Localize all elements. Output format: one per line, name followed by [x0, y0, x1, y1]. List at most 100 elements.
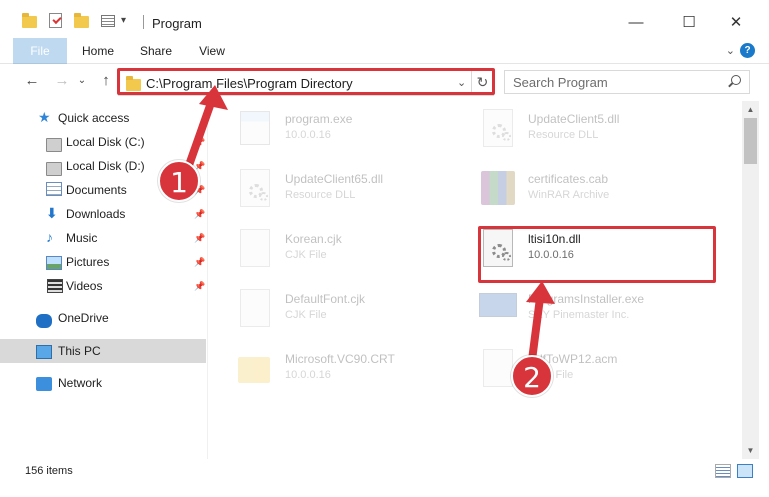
maximize-button[interactable]: ☐: [666, 10, 712, 36]
pin-icon[interactable]: 📌: [194, 209, 205, 220]
scroll-down-icon[interactable]: ▼: [742, 442, 759, 459]
file-highlight-box: [478, 226, 716, 283]
file-description: Resource DLL: [285, 189, 356, 201]
file-item-korean-cjk[interactable]: Korean.cjk CJK File: [236, 227, 476, 283]
file-name: program.exe: [285, 112, 353, 126]
folder-icon[interactable]: [22, 13, 37, 28]
search-input[interactable]: [513, 74, 723, 91]
documents-icon: [46, 182, 62, 196]
file-item-programsinstaller[interactable]: ProgramsInstaller.exe SEY Pinemaster Inc…: [479, 287, 719, 343]
callout-number-1: 1: [158, 160, 200, 202]
sidebar-item-this-pc[interactable]: This PC: [0, 339, 206, 363]
sidebar-item-local-disk-c[interactable]: Local Disk (C:) 📌: [0, 130, 206, 154]
file-item-program-exe[interactable]: program.exe 10.0.0.16: [236, 107, 476, 163]
file-name: ProgramsInstaller.exe: [528, 292, 645, 306]
close-button[interactable]: ✕: [713, 10, 759, 36]
title-separator: [143, 15, 144, 29]
status-bar: 156 items: [0, 459, 769, 497]
scroll-up-icon[interactable]: ▲: [742, 101, 759, 118]
quick-access-toolbar: ▾: [22, 13, 126, 28]
tab-share[interactable]: Share: [134, 38, 178, 64]
sidebar-item-downloads[interactable]: ⬇ Downloads 📌: [0, 202, 206, 226]
this-pc-icon: [36, 345, 52, 359]
sidebar-item-label: Local Disk (C:): [66, 135, 145, 149]
music-icon: ♪: [46, 229, 53, 245]
sidebar-item-onedrive[interactable]: OneDrive: [0, 306, 206, 330]
file-description: CJK File: [285, 309, 327, 321]
sidebar-item-label: This PC: [58, 344, 101, 358]
tab-home[interactable]: Home: [76, 38, 120, 64]
item-count: 156 items: [25, 465, 73, 477]
file-item-updateclient65[interactable]: UpdateClient65.dll Resource DLL: [236, 167, 476, 223]
sidebar-item-quick-access[interactable]: ★ Quick access: [0, 106, 206, 130]
generic-file-icon: [236, 287, 274, 333]
file-name: Microsoft.VC90.CRT: [285, 352, 395, 366]
file-description: WinRAR Archive: [528, 189, 610, 201]
ribbon-tabs: File Home Share View ⌄ ?: [0, 38, 769, 94]
pin-icon[interactable]: 📌: [194, 137, 205, 148]
file-description: Resource DLL: [528, 129, 599, 141]
window-title: Program: [152, 16, 202, 31]
title-bar: ▾ Program — ☐ ✕: [0, 0, 769, 38]
toolbar-dropdown-icon[interactable]: ▾: [121, 15, 126, 26]
sidebar-item-videos[interactable]: Videos 📌: [0, 274, 206, 298]
address-highlight-box: [117, 68, 495, 95]
file-description: 10.0.0.16: [285, 369, 331, 381]
properties-check-icon[interactable]: [49, 13, 62, 28]
sidebar-item-label: Documents: [66, 183, 127, 197]
disk-icon: [46, 138, 62, 152]
help-icon[interactable]: ?: [740, 43, 755, 58]
large-icons-view-icon[interactable]: [737, 464, 753, 478]
videos-icon: [47, 279, 63, 293]
tab-view[interactable]: View: [190, 38, 234, 64]
back-button[interactable]: ←: [22, 72, 42, 89]
search-box[interactable]: [504, 70, 750, 94]
star-icon: ★: [38, 109, 51, 125]
pin-icon[interactable]: 📌: [194, 233, 205, 244]
sidebar-item-music[interactable]: ♪ Music 📌: [0, 226, 206, 250]
sidebar-item-label: Downloads: [66, 207, 126, 221]
vertical-scrollbar[interactable]: ▲ ▼: [742, 101, 759, 459]
scroll-thumb[interactable]: [744, 118, 757, 164]
file-item-microsoft-vc90-crt[interactable]: Microsoft.VC90.CRT 10.0.0.16: [236, 347, 476, 403]
archive-file-icon: [479, 167, 517, 213]
search-icon[interactable]: [731, 75, 741, 85]
forward-button[interactable]: →: [52, 72, 72, 89]
file-name: DefaultFont.cjk: [285, 292, 366, 306]
new-folder-icon[interactable]: [74, 13, 89, 28]
file-description: SEY Pinemaster Inc.: [528, 309, 630, 321]
details-view-icon[interactable]: [715, 464, 731, 478]
sidebar-item-label: Music: [66, 231, 98, 245]
exe-file-icon: [236, 107, 274, 153]
network-icon: [36, 377, 52, 391]
expand-ribbon-icon[interactable]: ⌄: [726, 44, 735, 57]
file-item-updateclient5[interactable]: UpdateClient5.dll Resource DLL: [479, 107, 719, 163]
file-name: UpdateClient65.dll: [285, 172, 384, 186]
navigation-pane: ★ Quick access Local Disk (C:) 📌 Local D…: [0, 101, 207, 459]
sidebar-item-network[interactable]: Network: [0, 371, 206, 395]
sidebar-item-label: Quick access: [58, 111, 130, 125]
sidebar-item-pictures[interactable]: Pictures 📌: [0, 250, 206, 274]
installer-file-icon: [479, 287, 517, 333]
file-description: 10.0.0.16: [285, 129, 331, 141]
file-name: certificates.cab: [528, 172, 609, 186]
callout-number-2: 2: [511, 355, 553, 397]
generic-file-icon: [236, 227, 274, 273]
onedrive-icon: [36, 314, 52, 328]
sidebar-item-label: Pictures: [66, 255, 110, 269]
pin-icon[interactable]: 📌: [194, 257, 205, 268]
dll-file-icon: [236, 167, 274, 213]
file-item-defaultfont-cjk[interactable]: DefaultFont.cjk CJK File: [236, 287, 476, 343]
file-description: CJK File: [285, 249, 327, 261]
recent-locations-dropdown[interactable]: ⌄: [72, 75, 92, 86]
minimize-button[interactable]: —: [613, 10, 659, 36]
disk-icon: [46, 162, 62, 176]
downloads-icon: ⬇: [46, 205, 58, 221]
file-item-certificates-cab[interactable]: certificates.cab WinRAR Archive: [479, 167, 719, 223]
pin-icon[interactable]: 📌: [194, 281, 205, 292]
sidebar-item-label: Videos: [66, 279, 103, 293]
up-button[interactable]: ↑: [96, 72, 116, 89]
folder-icon: [236, 347, 274, 393]
customize-toolbar-icon[interactable]: [101, 14, 115, 27]
pictures-icon: [46, 256, 62, 270]
